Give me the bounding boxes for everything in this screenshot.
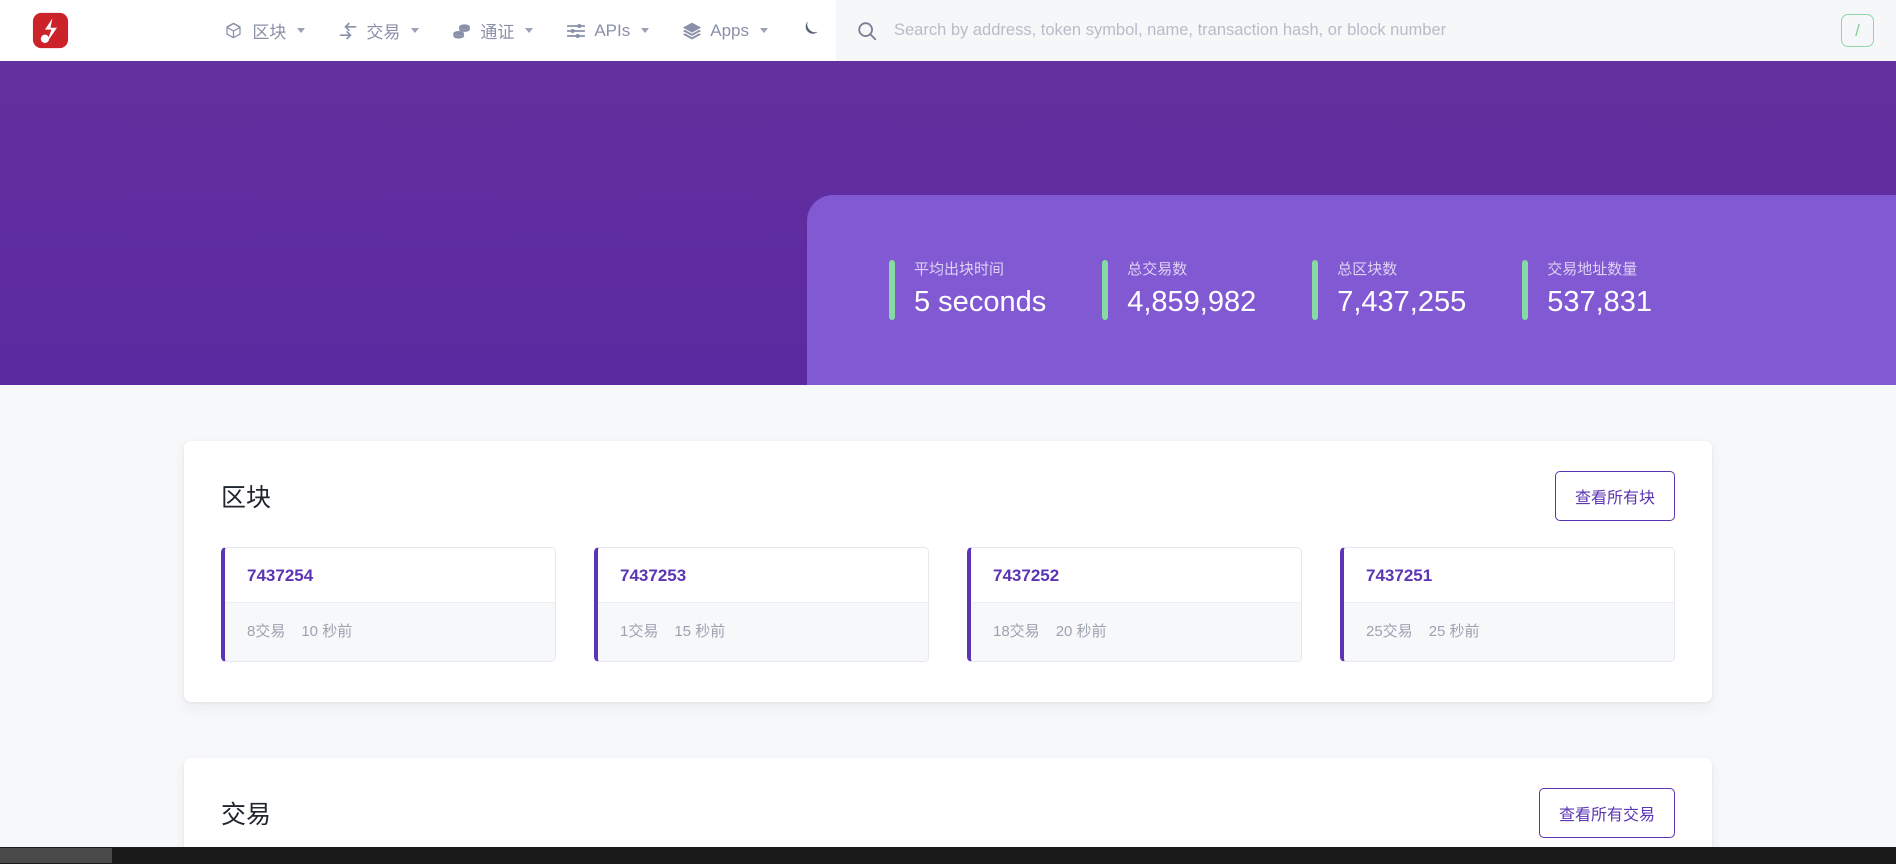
chevron-down-icon bbox=[411, 28, 420, 33]
stat-value: 537,831 bbox=[1547, 285, 1653, 318]
stat-label: 总交易数 bbox=[1127, 261, 1188, 279]
nav-item-apis-label: APIs bbox=[594, 20, 631, 40]
chevron-down-icon bbox=[525, 28, 534, 33]
block-age: 25 秒前 bbox=[1428, 623, 1480, 640]
block-tx-count: 1交易 bbox=[620, 623, 659, 640]
block-card-header: 7437254 bbox=[225, 548, 555, 602]
view-all-blocks-button[interactable]: 查看所有块 bbox=[1554, 471, 1675, 521]
brand-logo-link[interactable] bbox=[0, 12, 100, 49]
chevron-down-icon bbox=[297, 28, 306, 33]
block-age: 10 秒前 bbox=[301, 623, 353, 640]
theme-toggle-button[interactable] bbox=[784, 0, 836, 61]
nav-item-tokens-label: 通证 bbox=[480, 23, 515, 42]
block-age: 15 秒前 bbox=[674, 623, 726, 640]
block-card[interactable]: 7437252 18交易 20 秒前 bbox=[967, 547, 1302, 662]
block-card[interactable]: 7437254 8交易 10 秒前 bbox=[221, 547, 556, 662]
global-search-bar[interactable]: / bbox=[836, 0, 1896, 61]
transactions-card-header: 交易 查看所有交易 bbox=[221, 788, 1675, 838]
coins-icon bbox=[451, 20, 472, 41]
moon-icon bbox=[800, 18, 821, 44]
layers-icon bbox=[681, 20, 702, 41]
nav-menu: 区块 交易 通证 APIs Apps bbox=[207, 0, 836, 61]
search-shortcut-label: / bbox=[1855, 20, 1860, 40]
stat-average-block-time: 平均出块时间 5 seconds bbox=[889, 260, 1102, 320]
block-tx-count: 18交易 bbox=[993, 623, 1040, 640]
block-tx-count: 25交易 bbox=[1366, 623, 1413, 640]
top-navbar: 区块 交易 通证 APIs Apps Search by address, to… bbox=[0, 0, 1896, 61]
blocks-list: 7437254 8交易 10 秒前 7437253 1交易 15 秒前 7437… bbox=[221, 547, 1675, 662]
hero-banner: 平均出块时间 5 seconds 总交易数 4,859,982 总区块数 7,4… bbox=[0, 61, 1896, 385]
block-card-footer: 1交易 15 秒前 bbox=[598, 602, 928, 661]
stat-accent-bar bbox=[889, 260, 895, 320]
view-all-transactions-button[interactable]: 查看所有交易 bbox=[1538, 788, 1675, 838]
nav-item-blocks-label: 区块 bbox=[252, 23, 287, 42]
cube-icon bbox=[223, 20, 244, 41]
main-content: 区块 查看所有块 7437254 8交易 10 秒前 7437253 1交易 1… bbox=[0, 441, 1896, 864]
blocks-card-header: 区块 查看所有块 bbox=[221, 471, 1675, 521]
stat-accent-bar bbox=[1312, 260, 1319, 320]
nav-item-blocks[interactable]: 区块 bbox=[207, 0, 321, 61]
search-icon bbox=[856, 20, 878, 42]
blocks-section-title: 区块 bbox=[221, 484, 272, 512]
block-number-link[interactable]: 7437253 bbox=[620, 566, 686, 585]
nav-item-tokens[interactable]: 通证 bbox=[435, 0, 549, 61]
block-card-header: 7437253 bbox=[598, 548, 928, 602]
network-stats-panel: 平均出块时间 5 seconds 总交易数 4,859,982 总区块数 7,4… bbox=[807, 195, 1896, 385]
horizontal-scrollbar[interactable] bbox=[0, 847, 1896, 864]
block-card-footer: 18交易 20 秒前 bbox=[971, 602, 1301, 661]
block-card[interactable]: 7437253 1交易 15 秒前 bbox=[594, 547, 929, 662]
block-card-header: 7437252 bbox=[971, 548, 1301, 602]
block-age: 20 秒前 bbox=[1055, 623, 1107, 640]
nav-item-apps-label: Apps bbox=[710, 20, 749, 40]
transactions-section-title: 交易 bbox=[221, 801, 272, 829]
stat-accent-bar bbox=[1522, 260, 1529, 320]
block-card-footer: 8交易 10 秒前 bbox=[225, 602, 555, 661]
stat-wallet-addresses: 交易地址数量 537,831 bbox=[1522, 260, 1708, 320]
block-number-link[interactable]: 7437251 bbox=[1366, 566, 1432, 585]
nav-item-transactions[interactable]: 交易 bbox=[321, 0, 435, 61]
stat-total-transactions: 总交易数 4,859,982 bbox=[1102, 260, 1312, 320]
stat-value: 7,437,255 bbox=[1337, 285, 1467, 318]
stat-label: 平均出块时间 bbox=[914, 261, 1005, 279]
stat-label: 交易地址数量 bbox=[1547, 261, 1638, 279]
stat-label: 总区块数 bbox=[1337, 261, 1398, 279]
block-number-link[interactable]: 7437254 bbox=[247, 566, 313, 585]
block-card-header: 7437251 bbox=[1344, 548, 1674, 602]
chevron-down-icon bbox=[641, 28, 650, 33]
stat-value: 4,859,982 bbox=[1127, 285, 1257, 318]
nav-item-transactions-label: 交易 bbox=[366, 23, 401, 42]
block-tx-count: 8交易 bbox=[247, 623, 286, 640]
chevron-down-icon bbox=[760, 28, 768, 33]
stat-total-blocks: 总区块数 7,437,255 bbox=[1312, 260, 1522, 320]
block-card[interactable]: 7437251 25交易 25 秒前 bbox=[1340, 547, 1675, 662]
sliders-icon bbox=[565, 20, 586, 41]
shapeshift-logo-icon bbox=[32, 12, 68, 49]
nav-item-apis[interactable]: APIs bbox=[549, 0, 665, 61]
search-input[interactable] bbox=[894, 21, 1825, 40]
nav-item-apps[interactable]: Apps bbox=[665, 0, 784, 61]
blocks-card: 区块 查看所有块 7437254 8交易 10 秒前 7437253 1交易 1… bbox=[184, 441, 1712, 702]
transfer-arrows-icon bbox=[337, 20, 358, 41]
stat-accent-bar bbox=[1102, 260, 1109, 320]
block-card-footer: 25交易 25 秒前 bbox=[1344, 602, 1674, 661]
search-shortcut-badge: / bbox=[1841, 14, 1874, 47]
horizontal-scrollbar-thumb[interactable] bbox=[0, 848, 112, 863]
block-number-link[interactable]: 7437252 bbox=[993, 566, 1059, 585]
stat-value: 5 seconds bbox=[914, 285, 1047, 318]
